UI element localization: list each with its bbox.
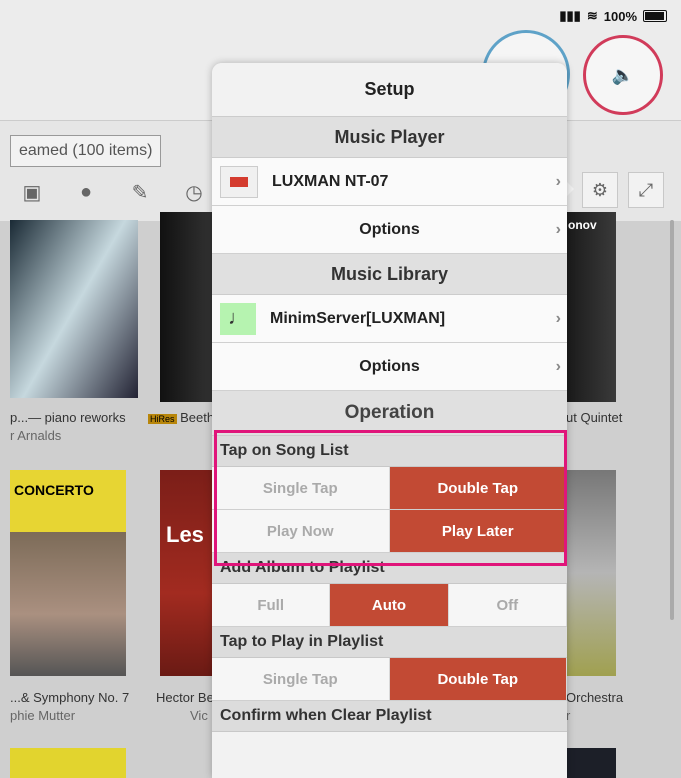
- album-title: Hector Ber: [156, 690, 219, 705]
- library-options-row[interactable]: Options ›: [212, 343, 567, 391]
- device-icon: [220, 165, 258, 198]
- full-option[interactable]: Full: [212, 584, 331, 626]
- album-title: Orchestra: [566, 690, 624, 705]
- artist-icon[interactable]: ●: [74, 180, 98, 204]
- history-icon[interactable]: ◷: [182, 180, 206, 204]
- play-later-option[interactable]: Play Later: [389, 510, 567, 552]
- wifi-icon: ≋: [586, 8, 598, 23]
- setup-popover: Setup Music Player LUXMAN NT-07 › Option…: [212, 63, 567, 778]
- hires-badge: HiRes: [148, 414, 177, 424]
- music-player-row[interactable]: LUXMAN NT-07 ›: [212, 158, 567, 206]
- chevron-right-icon: ›: [555, 220, 561, 238]
- single-tap-option[interactable]: Single Tap: [212, 467, 390, 509]
- album-art[interactable]: [10, 220, 138, 398]
- album-title: ...& Symphony No. 7: [10, 690, 130, 705]
- chevron-right-icon: ›: [555, 172, 561, 190]
- album-artist: Vic: [190, 708, 208, 723]
- tap-play-playlist-header: Tap to Play in Playlist: [212, 627, 567, 658]
- album-art-text: CONCERTO: [14, 482, 94, 498]
- view-controls: ⚙ ⤢: [582, 172, 664, 208]
- mute-button[interactable]: 🔈: [583, 35, 663, 115]
- album-title: ut Quintet: [566, 410, 623, 425]
- streamed-count-label[interactable]: eamed (100 items): [10, 135, 162, 167]
- chevron-right-icon: ›: [555, 309, 561, 327]
- album-art[interactable]: CONCERTO: [10, 470, 126, 676]
- library-name: MinimServer[LUXMAN]: [270, 309, 446, 327]
- album-art[interactable]: [566, 748, 616, 778]
- signal-icon: ▮▮▮: [559, 8, 581, 23]
- scrollbar[interactable]: [670, 220, 674, 620]
- auto-option[interactable]: Auto: [330, 584, 449, 626]
- player-options-label: Options: [359, 220, 420, 238]
- double-tap-option[interactable]: Double Tap: [389, 658, 567, 700]
- playlist-tap-segment: Single Tap Double Tap: [212, 658, 567, 701]
- album-title: p...— piano reworks: [10, 410, 126, 425]
- music-library-row[interactable]: ♩ MinimServer[LUXMAN] ›: [212, 295, 567, 343]
- album-art-text: Les: [166, 522, 204, 547]
- speaker-icon: 🔈: [611, 64, 635, 85]
- popover-title: Setup: [212, 63, 567, 117]
- chevron-right-icon: ›: [555, 357, 561, 375]
- album-art-text: onov: [568, 218, 597, 232]
- album-art[interactable]: onov: [566, 212, 616, 402]
- add-album-header: Add Album to Playlist: [212, 553, 567, 584]
- gear-icon[interactable]: ⚙: [582, 172, 618, 208]
- library-options-label: Options: [359, 357, 420, 375]
- play-mode-segment: Play Now Play Later: [212, 510, 567, 553]
- genre-icon[interactable]: ✎: [128, 180, 152, 204]
- status-bar: ▮▮▮ ≋ 100%: [559, 8, 667, 24]
- album-art[interactable]: [566, 470, 616, 676]
- music-player-header: Music Player: [212, 117, 567, 158]
- operation-header: Operation: [212, 391, 567, 436]
- tap-mode-segment: Single Tap Double Tap: [212, 467, 567, 510]
- battery-icon: [643, 10, 667, 22]
- confirm-clear-header: Confirm when Clear Playlist: [212, 701, 567, 732]
- double-tap-option[interactable]: Double Tap: [389, 467, 567, 509]
- browse-tabs: ▣ ● ✎ ◷: [20, 180, 206, 204]
- album-art[interactable]: Les: [160, 470, 214, 676]
- tap-song-list-header: Tap on Song List: [212, 436, 567, 467]
- album-icon[interactable]: ▣: [20, 180, 44, 204]
- fullscreen-icon[interactable]: ⤢: [628, 172, 664, 208]
- album-art[interactable]: [10, 748, 126, 778]
- single-tap-option[interactable]: Single Tap: [212, 658, 390, 700]
- add-album-segment: Full Auto Off: [212, 584, 567, 627]
- music-note-icon: ♩: [220, 302, 256, 335]
- album-artist: r Arnalds: [10, 428, 62, 443]
- music-library-header: Music Library: [212, 254, 567, 295]
- battery-percent: 100%: [603, 8, 637, 24]
- album-art[interactable]: [160, 212, 214, 402]
- album-artist: phie Mutter: [10, 708, 76, 723]
- off-option[interactable]: Off: [448, 584, 567, 626]
- player-options-row[interactable]: Options ›: [212, 206, 567, 254]
- play-now-option[interactable]: Play Now: [212, 510, 390, 552]
- player-name: LUXMAN NT-07: [272, 172, 389, 190]
